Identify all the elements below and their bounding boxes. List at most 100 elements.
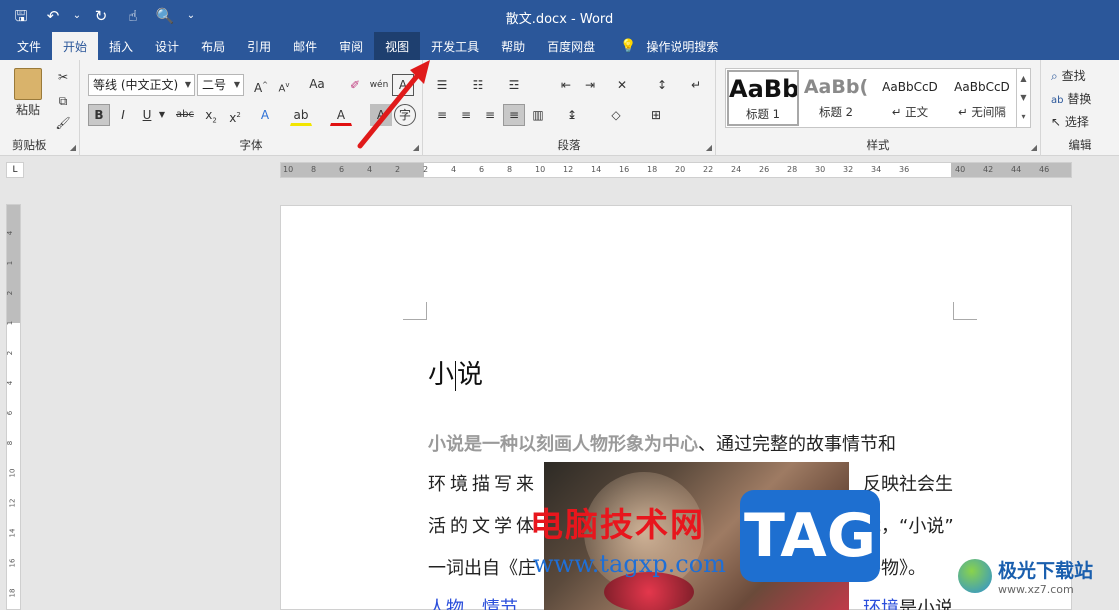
paragraph-line-2-right[interactable]: 反映社会生 xyxy=(863,470,953,496)
style-heading-2[interactable]: AaBb( 标题 2 xyxy=(800,70,872,126)
vertical-ruler[interactable]: 4 1 2 1 2 4 6 8 10 12 14 16 18 xyxy=(6,204,21,610)
tab-view[interactable]: 视图 xyxy=(374,32,421,60)
tab-mailings[interactable]: 邮件 xyxy=(282,32,328,60)
style-heading-1[interactable]: AaBb 标题 1 xyxy=(727,70,799,126)
chevron-down-icon[interactable]: ▼ xyxy=(1017,88,1030,107)
tell-me-search[interactable]: 💡 操作说明搜索 xyxy=(606,32,729,60)
copy-icon[interactable]: ⧉ xyxy=(52,90,74,112)
change-case-button[interactable]: Aa xyxy=(302,74,332,94)
horizontal-ruler[interactable]: 10 8 6 4 2 2 4 6 8 10 12 14 16 18 20 22 24 26 28 30 32 34 36 40… xyxy=(280,162,1072,178)
font-name-select[interactable]: 等线 (中文正文) ▼ xyxy=(88,74,195,96)
tab-home[interactable]: 开始 xyxy=(52,32,99,60)
editing-group-label: 编辑 xyxy=(1068,138,1092,152)
ruler-tick-label: 14 xyxy=(591,165,602,174)
select-button[interactable]: ↖ 选择 xyxy=(1051,112,1115,132)
ruler-tick-label: 2 xyxy=(6,350,15,356)
hyperlink[interactable]: 环境 xyxy=(863,598,899,610)
tab-developer[interactable]: 开发工具 xyxy=(420,32,490,60)
text-effects-icon[interactable]: A xyxy=(254,104,276,126)
chevron-up-icon[interactable]: ▲ xyxy=(1017,69,1030,88)
hyperlink[interactable]: 情节 xyxy=(482,598,518,610)
ruler-tick-label: 26 xyxy=(759,165,770,174)
borders-icon[interactable]: ⊞ xyxy=(645,104,667,126)
style-normal[interactable]: AaBbCcD ↵ 正文 xyxy=(874,70,946,126)
line-spacing-icon[interactable]: ↨ xyxy=(561,104,583,126)
show-formatting-icon[interactable]: ↵ xyxy=(685,74,707,96)
multilevel-list-icon[interactable]: ☲ xyxy=(503,74,525,96)
ruler-tick-label: 4 xyxy=(6,380,15,386)
italic-button[interactable]: I xyxy=(112,104,134,126)
decrease-indent-icon[interactable]: ⇤ xyxy=(555,74,577,96)
tell-me-label: 操作说明搜索 xyxy=(646,39,719,54)
style-preview: AaBbCcD xyxy=(882,80,938,94)
font-size-select[interactable]: 二号 ▼ xyxy=(197,74,244,96)
separator: 、 xyxy=(464,598,482,610)
more-icon[interactable]: ▾ xyxy=(1017,107,1030,126)
title-bar: 🖫 ↶ ⌄ ↻ ☝ 🔍 ⌄ 散文.docx - Word xyxy=(0,0,1119,32)
sort-icon[interactable]: ↕ xyxy=(651,74,673,96)
ruler-tick-label: 2 xyxy=(423,165,429,174)
document-title[interactable]: 小说 xyxy=(428,354,483,391)
shrink-font-icon[interactable]: Av xyxy=(273,74,295,96)
font-name-value: 等线 (中文正文) xyxy=(93,78,179,92)
font-color-icon[interactable]: A xyxy=(330,104,352,126)
tab-file[interactable]: 文件 xyxy=(6,32,52,60)
underline-dropdown-icon[interactable]: ▼ xyxy=(156,104,168,126)
chevron-down-icon: ▼ xyxy=(184,80,191,89)
editing-group: ⌕ 查找 ab 替换 ↖ 选择 编辑 xyxy=(1041,60,1119,156)
paragraph-line-5[interactable]: 人物、情节、 xyxy=(428,594,536,610)
select-label: 选择 xyxy=(1064,115,1089,129)
style-no-spacing[interactable]: AaBbCcD ↵ 无间隔 xyxy=(946,70,1018,126)
tab-selector[interactable]: L xyxy=(6,162,24,178)
tab-design[interactable]: 设计 xyxy=(144,32,190,60)
chinese-layout-icon[interactable]: ✕ xyxy=(611,74,633,96)
shading-icon[interactable]: ◇ xyxy=(605,104,627,126)
replace-icon: ab xyxy=(1051,95,1064,106)
strikethrough-button[interactable]: abc xyxy=(174,104,196,126)
watermark-tag-logo: TAG xyxy=(740,490,880,582)
paste-button[interactable]: 粘贴 xyxy=(10,68,46,128)
format-painter-icon[interactable]: 🖌 xyxy=(52,112,74,134)
watermark-site-logo: 极光下载站 www.xz7.com xyxy=(958,556,1093,596)
style-name: ↵ 正文 xyxy=(891,105,929,119)
tab-layout[interactable]: 布局 xyxy=(190,32,236,60)
paragraph-line-5-right[interactable]: 环境是小说 xyxy=(863,594,953,610)
underline-button[interactable]: U xyxy=(136,104,158,126)
styles-launcher-icon[interactable]: ◢ xyxy=(1031,143,1037,152)
replace-button[interactable]: ab 替换 xyxy=(1051,89,1115,111)
paragraph-line-3[interactable]: 活的文学体 xyxy=(428,512,538,538)
grow-font-icon[interactable]: A^ xyxy=(250,74,272,96)
distributed-icon[interactable]: ▥ xyxy=(527,104,549,126)
ruler-tick-label: 6 xyxy=(339,165,345,174)
highlight-color-icon[interactable]: ab xyxy=(290,104,312,126)
tab-references[interactable]: 引用 xyxy=(236,32,282,60)
styles-gallery-scroll[interactable]: ▲ ▼ ▾ xyxy=(1016,69,1030,127)
superscript-button[interactable]: x2 xyxy=(224,104,246,126)
tab-baidu-netdisk[interactable]: 百度网盘 xyxy=(536,32,606,60)
find-button[interactable]: ⌕ 查找 xyxy=(1051,66,1115,86)
ruler-tick-label: 4 xyxy=(451,165,457,174)
paragraph-line-2[interactable]: 环境描写来 xyxy=(428,470,538,496)
align-center-icon[interactable]: ≡ xyxy=(455,104,477,126)
line-left-text: 环境描写来 xyxy=(428,474,538,495)
increase-indent-icon[interactable]: ⇥ xyxy=(579,74,601,96)
hyperlink[interactable]: 人物 xyxy=(428,598,464,610)
tab-help[interactable]: 帮助 xyxy=(490,32,536,60)
tab-insert[interactable]: 插入 xyxy=(98,32,144,60)
chevron-down-icon: ▼ xyxy=(233,80,240,89)
paragraph-line-1[interactable]: 小说是一种以刻画人物形象为中心、通过完整的故事情节和 xyxy=(428,430,896,456)
cut-icon[interactable]: ✂ xyxy=(52,66,74,88)
ruler-tick-label: 28 xyxy=(787,165,798,174)
bold-phrase: 小说是一种以刻画人物形象为中心 xyxy=(428,434,698,455)
subscript-button[interactable]: x2 xyxy=(200,104,222,126)
bold-button[interactable]: B xyxy=(88,104,110,126)
align-right-icon[interactable]: ≡ xyxy=(479,104,501,126)
justify-icon[interactable]: ≡ xyxy=(503,104,525,126)
paragraph-launcher-icon[interactable]: ◢ xyxy=(706,143,712,152)
clipboard-launcher-icon[interactable]: ◢ xyxy=(70,143,76,152)
tab-review[interactable]: 审阅 xyxy=(328,32,374,60)
numbering-icon[interactable]: ☷ xyxy=(467,74,489,96)
paragraph-line-4[interactable]: 一词出自《庄 xyxy=(428,554,536,580)
ruler-tick-label: 20 xyxy=(675,165,686,174)
ruler-tick-label: 8 xyxy=(311,165,317,174)
